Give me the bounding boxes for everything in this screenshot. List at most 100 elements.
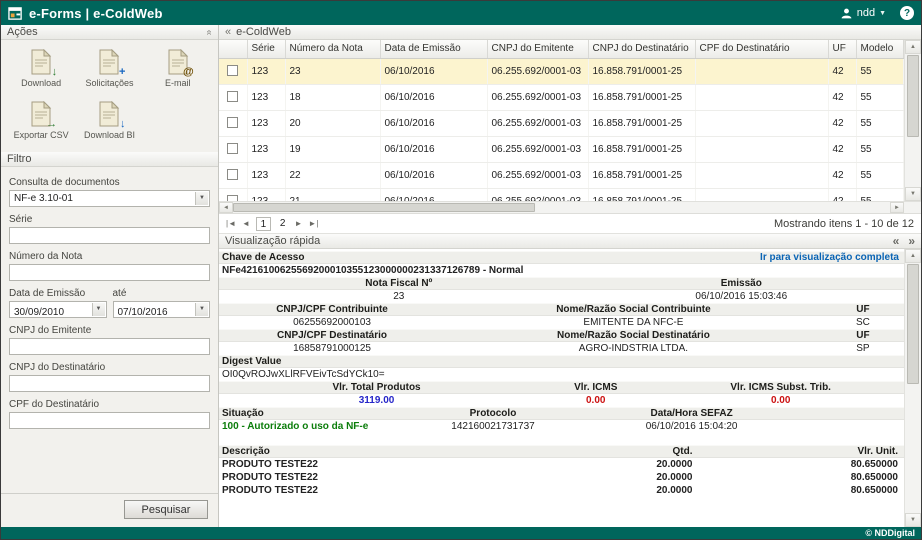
serie-field <box>9 227 210 244</box>
scroll-up-icon[interactable]: ▲ <box>905 40 921 54</box>
scroll-down-icon[interactable]: ▼ <box>905 513 921 527</box>
main-panel-header: « e-ColdWeb <box>219 25 921 40</box>
row-checkbox[interactable] <box>227 143 238 154</box>
scroll-down-icon[interactable]: ▼ <box>905 187 921 201</box>
chevron-down-icon[interactable]: ▼ <box>195 192 208 205</box>
prev-page-icon[interactable]: ◄ <box>242 219 250 228</box>
prev-record-icon[interactable]: « <box>893 235 900 247</box>
table-row[interactable]: 123 19 06/10/2016 06.255.692/0001-03 16.… <box>219 136 904 162</box>
action-label: Solicitações <box>85 79 133 89</box>
actions-panel-header: Ações « <box>1 25 218 40</box>
email-at-glyph: @ <box>183 67 194 78</box>
scrollbar-thumb[interactable] <box>907 264 919 384</box>
destinatario-uf-label: UF <box>822 330 904 341</box>
destinatario-nome-value: AGRO-INDSTRIA LTDA. <box>445 343 822 354</box>
cell-serie: 123 <box>247 162 285 188</box>
scrollbar-track <box>905 54 921 187</box>
search-button[interactable]: Pesquisar <box>124 500 208 519</box>
page-number-current[interactable]: 1 <box>256 217 271 231</box>
cell-modelo: 55 <box>856 110 904 136</box>
contribuinte-uf-value: SC <box>822 317 904 328</box>
calendar-dropdown-icon[interactable]: ▼ <box>92 303 105 316</box>
next-record-icon[interactable]: » <box>908 235 915 247</box>
product-vlr-unit: 80.650000 <box>699 459 905 470</box>
column-header-modelo[interactable]: Modelo <box>856 40 904 58</box>
vlr-icms-label: Vlr. ICMS <box>534 382 657 393</box>
scroll-up-icon[interactable]: ▲ <box>905 249 921 263</box>
column-header-uf[interactable]: UF <box>828 40 856 58</box>
quickview-content: Chave de Acesso Ir para visualização com… <box>219 249 904 527</box>
scroll-left-icon[interactable]: ◄ <box>219 202 233 213</box>
cnpj-destinatario-input[interactable] <box>10 379 209 394</box>
next-page-icon[interactable]: ► <box>294 219 302 228</box>
quickview-area: Chave de Acesso Ir para visualização com… <box>219 249 921 527</box>
cell-numero: 20 <box>285 110 380 136</box>
product-qtd: 20.0000 <box>527 459 698 470</box>
download-button[interactable]: ↓ Download <box>7 49 75 89</box>
user-icon <box>840 7 853 20</box>
app-logo-icon <box>8 6 23 21</box>
cell-data-emissao: 06/10/2016 <box>380 136 487 162</box>
user-name: ndd <box>857 7 875 19</box>
column-header-cnpj-destinatario[interactable]: CNPJ do Destinatário <box>588 40 695 58</box>
nota-fiscal-value: 23 <box>219 291 579 302</box>
cell-cnpj-emitente: 06.255.692/0001-03 <box>487 84 588 110</box>
digest-value-label: Digest Value <box>219 356 904 367</box>
table-row[interactable]: 123 22 06/10/2016 06.255.692/0001-03 16.… <box>219 162 904 188</box>
scroll-right-icon[interactable]: ► <box>890 202 904 213</box>
cell-cpf-destinatario <box>695 188 828 201</box>
collapse-actions-icon[interactable]: « <box>204 29 215 35</box>
column-header-numero[interactable]: Número da Nota <box>285 40 380 58</box>
numero-nota-label: Número da Nota <box>9 251 210 262</box>
cpf-destinatario-input[interactable] <box>10 416 209 431</box>
destinatario-uf-value: SP <box>822 343 904 354</box>
table-row[interactable]: 123 18 06/10/2016 06.255.692/0001-03 16.… <box>219 84 904 110</box>
full-view-link[interactable]: Ir para visualização completa <box>760 252 899 263</box>
calendar-dropdown-icon[interactable]: ▼ <box>195 303 208 316</box>
cell-cnpj-emitente: 06.255.692/0001-03 <box>487 188 588 201</box>
pagination-bar: |◄ ◄ 1 2 ► ►| Mostrando itens 1 - 10 de … <box>219 214 921 234</box>
row-checkbox[interactable] <box>227 91 238 102</box>
column-header-data-emissao[interactable]: Data de Emissão <box>380 40 487 58</box>
document-type-select[interactable]: NF-e 3.10-01 ▼ <box>9 190 210 207</box>
quickview-title: Visualização rápida <box>225 235 320 247</box>
column-header-serie[interactable]: Série <box>247 40 285 58</box>
quickview-vertical-scrollbar: ▲ ▼ <box>904 249 921 527</box>
table-row[interactable]: 123 23 06/10/2016 06.255.692/0001-03 16.… <box>219 58 904 84</box>
cell-cnpj-emitente: 06.255.692/0001-03 <box>487 110 588 136</box>
row-checkbox[interactable] <box>227 169 238 180</box>
email-button[interactable]: @ E-mail <box>144 49 212 89</box>
cell-numero: 19 <box>285 136 380 162</box>
first-page-icon[interactable]: |◄ <box>226 219 236 228</box>
row-checkbox[interactable] <box>227 117 238 128</box>
cell-cnpj-destinatario: 16.858.791/0001-25 <box>588 188 695 201</box>
last-page-icon[interactable]: ►| <box>308 219 318 228</box>
user-menu[interactable]: ndd ▼ <box>840 7 886 20</box>
contribuinte-nome-label: Nome/Razão Social Contribuinte <box>445 304 822 315</box>
cell-data-emissao: 06/10/2016 <box>380 188 487 201</box>
table-row[interactable]: 123 20 06/10/2016 06.255.692/0001-03 16.… <box>219 110 904 136</box>
cell-cpf-destinatario <box>695 58 828 84</box>
cnpj-emitente-input[interactable] <box>10 342 209 357</box>
table-row[interactable]: 123 21 06/10/2016 06.255.692/0001-03 16.… <box>219 188 904 201</box>
filter-form: Consulta de documentos NF-e 3.10-01 ▼ Sé… <box>1 167 218 493</box>
exportar-csv-button[interactable]: → Exportar CSV <box>7 101 75 141</box>
column-header-cnpj-emitente[interactable]: CNPJ do Emitente <box>487 40 588 58</box>
numero-nota-input[interactable] <box>10 268 209 283</box>
collapse-panel-icon[interactable]: « <box>225 26 231 38</box>
help-button[interactable]: ? <box>900 6 914 20</box>
footer-bar: © NDDigital <box>1 527 921 539</box>
cell-cnpj-emitente: 06.255.692/0001-03 <box>487 58 588 84</box>
page-number[interactable]: 2 <box>277 218 289 229</box>
column-header-cpf-destinatario[interactable]: CPF do Destinatário <box>695 40 828 58</box>
scrollbar-thumb[interactable] <box>907 55 919 137</box>
download-bi-button[interactable]: ↓ Download BI <box>75 101 143 141</box>
row-checkbox[interactable] <box>227 65 238 76</box>
product-descricao: PRODUTO TESTE22 <box>219 472 527 483</box>
solicitacoes-button[interactable]: + Solicitações <box>75 49 143 89</box>
cell-cnpj-destinatario: 16.858.791/0001-25 <box>588 162 695 188</box>
scrollbar-thumb[interactable] <box>233 203 535 212</box>
product-descricao-header: Descrição <box>219 446 527 457</box>
serie-input[interactable] <box>10 231 209 246</box>
nota-fiscal-label: Nota Fiscal Nº <box>219 278 579 289</box>
